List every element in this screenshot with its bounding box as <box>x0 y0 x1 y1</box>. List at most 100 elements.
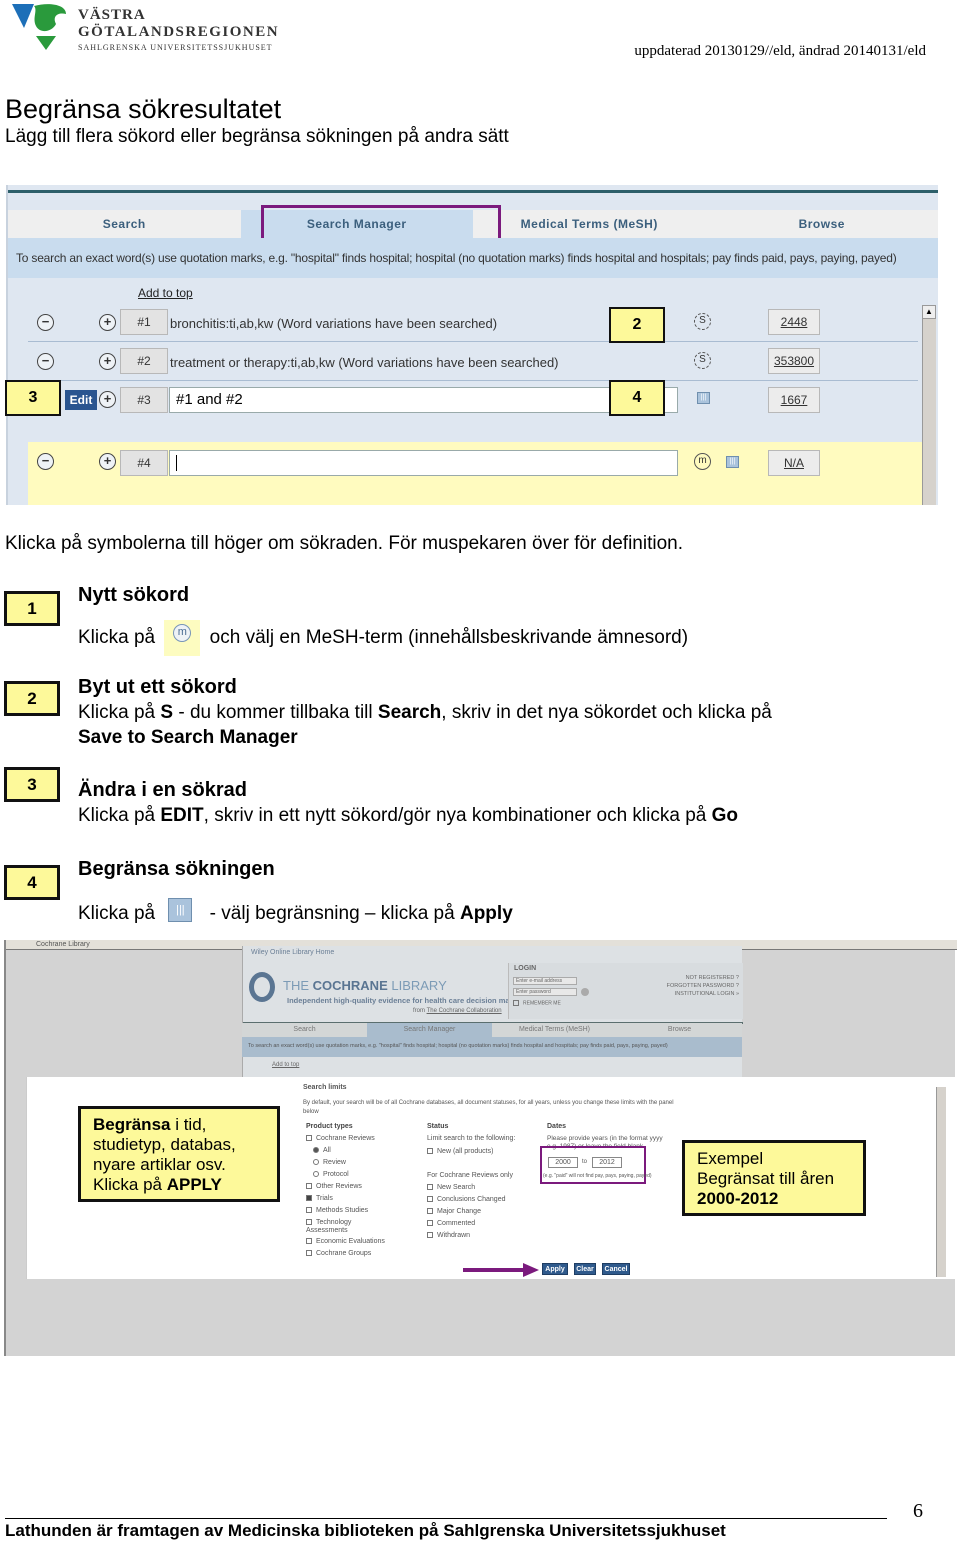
radio-checked[interactable] <box>313 1147 319 1154</box>
login-go-icon[interactable] <box>581 988 589 996</box>
apply-button[interactable]: Apply <box>542 1263 568 1275</box>
remember-me[interactable]: REMEMBER ME <box>513 1000 561 1006</box>
row-number: #2 <box>120 348 168 374</box>
product-option[interactable]: Technology Assessments <box>306 1219 366 1238</box>
option-label: Cochrane Reviews <box>316 1135 375 1142</box>
scrollbar[interactable] <box>936 1087 946 1277</box>
checkbox[interactable] <box>427 1184 433 1191</box>
collaboration-link[interactable]: The Cochrane Collaboration <box>427 1008 502 1014</box>
year-to-input[interactable]: 2012 <box>592 1157 622 1168</box>
product-option[interactable]: Economic Evaluations <box>306 1238 385 1250</box>
radio[interactable] <box>313 1159 319 1166</box>
add-row-icon[interactable]: + <box>99 453 116 470</box>
wiley-link[interactable]: Wiley Online Library Home <box>251 949 334 956</box>
checkbox[interactable] <box>427 1220 433 1227</box>
status-option[interactable]: New Search <box>427 1184 506 1196</box>
checkbox[interactable] <box>513 1000 519 1006</box>
product-option[interactable]: Methods Studies <box>306 1207 385 1219</box>
status-option[interactable]: Withdrawn <box>427 1232 506 1244</box>
scrollbar[interactable] <box>922 305 936 505</box>
step-text-part: Klicka på <box>78 702 161 723</box>
option-label: Trials <box>316 1195 333 1202</box>
step-text-bold: Apply <box>459 903 513 925</box>
checkbox[interactable] <box>306 1238 312 1245</box>
tab-browse[interactable]: Browse <box>705 210 938 238</box>
limits-icon[interactable]: ||| <box>726 456 739 468</box>
product-option[interactable]: All <box>306 1147 385 1159</box>
checkbox[interactable] <box>306 1219 312 1226</box>
result-count[interactable]: 2448 <box>768 309 820 335</box>
status-option[interactable]: Major Change <box>427 1208 506 1220</box>
callout-line: nyare artiklar osv. <box>93 1155 226 1174</box>
footer-divider <box>5 1518 887 1519</box>
add-row-icon[interactable]: + <box>99 353 116 370</box>
tab-medical-terms[interactable]: Medical Terms (MeSH) <box>473 210 706 238</box>
clear-button[interactable]: Clear <box>574 1263 596 1275</box>
mesh-m-icon[interactable]: m <box>694 453 711 470</box>
tab-search[interactable]: Search <box>242 1023 367 1037</box>
edit-button[interactable]: Edit <box>65 390 97 410</box>
status-option[interactable]: Commented <box>427 1220 506 1232</box>
checkbox[interactable] <box>306 1250 312 1257</box>
remove-row-icon[interactable]: − <box>37 353 54 370</box>
step-text-2: Klicka på S - du kommer tillbaka till Se… <box>78 702 772 724</box>
remove-row-icon[interactable]: − <box>37 314 54 331</box>
year-from-input[interactable]: 2000 <box>548 1157 578 1168</box>
tab-browse[interactable]: Browse <box>617 1023 742 1037</box>
checkbox[interactable] <box>427 1196 433 1203</box>
checkbox[interactable] <box>306 1207 312 1214</box>
email-field[interactable]: Enter e-mail address <box>513 977 577 985</box>
row-divider <box>28 380 918 381</box>
updated-info: uppdaterad 20130129//eld, ändrad 2014013… <box>634 43 926 59</box>
limits-icon[interactable]: ||| <box>697 392 710 404</box>
checkbox[interactable] <box>427 1208 433 1215</box>
tab-search[interactable]: Search <box>8 210 241 238</box>
checkbox[interactable] <box>427 1148 433 1155</box>
product-option[interactable]: Review <box>306 1159 385 1171</box>
search-s-icon[interactable]: S <box>694 352 711 369</box>
logo-line3: SAHLGRENSKA UNIVERSITETSSJUKHUSET <box>78 43 273 52</box>
result-count[interactable]: N/A <box>768 450 820 476</box>
product-option[interactable]: Trials <box>306 1195 385 1207</box>
remove-row-icon[interactable]: − <box>37 453 54 470</box>
checkbox[interactable] <box>427 1232 433 1239</box>
step-text-bold: EDIT <box>160 805 204 826</box>
login-link[interactable]: NOT REGISTERED ? <box>686 975 739 981</box>
status-option[interactable]: New (all products) <box>427 1148 493 1155</box>
add-to-top-link[interactable]: Add to top <box>138 286 193 300</box>
add-row-icon[interactable]: + <box>99 391 116 408</box>
checkbox[interactable] <box>306 1135 312 1142</box>
product-option[interactable]: Cochrane Groups <box>306 1250 385 1262</box>
step-title-2: Byt ut ett sökord <box>78 676 237 698</box>
query-input[interactable]: #1 and #2 <box>169 387 678 413</box>
intro-text: Klicka på symbolerna till höger om sökra… <box>5 533 683 554</box>
login-link[interactable]: INSTITUTIONAL LOGIN » <box>675 991 739 997</box>
step-text-part: Klicka på <box>78 903 156 925</box>
add-to-top-link[interactable]: Add to top <box>272 1062 299 1068</box>
page-subtitle: Lägg till flera sökord eller begränsa sö… <box>5 126 509 147</box>
callout-text: i tid, <box>170 1115 207 1134</box>
search-s-icon[interactable]: S <box>694 313 711 330</box>
checkbox[interactable] <box>306 1183 312 1190</box>
status-option[interactable]: Conclusions Changed <box>427 1196 506 1208</box>
radio[interactable] <box>313 1171 319 1178</box>
result-count[interactable]: 1667 <box>768 387 820 413</box>
library-name-c: LIBRARY <box>387 978 447 993</box>
tab-medical-terms[interactable]: Medical Terms (MeSH) <box>492 1023 617 1037</box>
step-text-part: , skriv in det nya sökordet och klicka p… <box>441 702 772 723</box>
cancel-button[interactable]: Cancel <box>602 1263 630 1275</box>
login-link[interactable]: FORGOTTEN PASSWORD ? <box>667 983 739 989</box>
password-field[interactable]: Enter password <box>513 988 577 996</box>
callout-limits: Begränsa i tid, studietyp, databas, nyar… <box>78 1106 280 1202</box>
callout-example: Exempel Begränsat till åren 2000-2012 <box>682 1140 866 1216</box>
scroll-up-icon[interactable]: ▲ <box>922 305 936 319</box>
product-option[interactable]: Cochrane Reviews <box>306 1135 385 1147</box>
add-row-icon[interactable]: + <box>99 314 116 331</box>
product-option[interactable]: Protocol <box>306 1171 385 1183</box>
tab-search-manager[interactable]: Search Manager <box>367 1023 492 1037</box>
result-count[interactable]: 353800 <box>768 348 820 374</box>
new-query-input[interactable] <box>169 450 678 476</box>
checkbox-checked[interactable] <box>306 1195 312 1202</box>
product-option[interactable]: Other Reviews <box>306 1183 385 1195</box>
callout-text: Klicka på <box>93 1175 167 1194</box>
